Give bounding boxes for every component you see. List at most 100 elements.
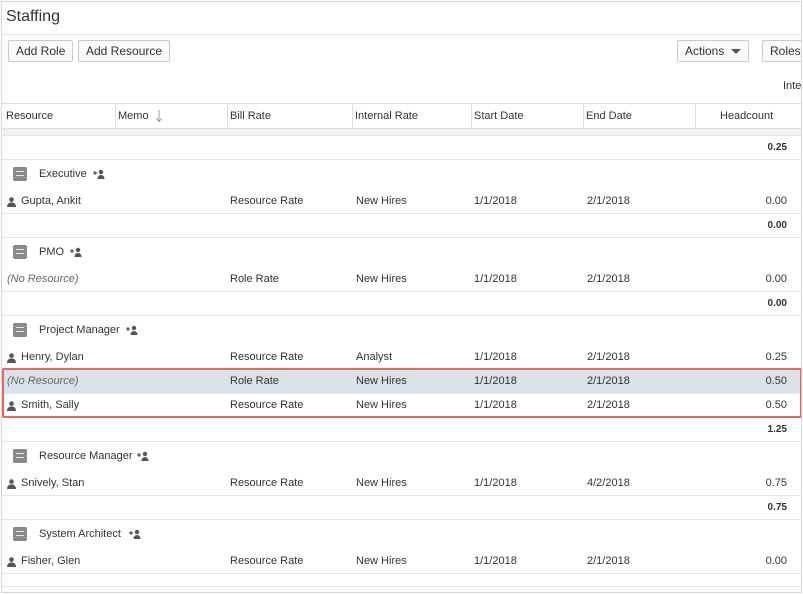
cell-end-date: 2/1/2018 <box>587 399 630 411</box>
cell-internal-rate: New Hires <box>356 477 407 489</box>
cell-start-date: 1/1/2018 <box>474 375 517 387</box>
add-person-icon[interactable] <box>136 451 150 461</box>
chevron-down-icon <box>731 49 742 55</box>
group-total-headcount: 0.75 <box>767 502 787 513</box>
cell-headcount: 0.00 <box>765 273 787 285</box>
cell-resource[interactable]: Smith, Sally <box>21 394 79 417</box>
actions-dropdown[interactable]: Actions <box>677 40 750 62</box>
person-icon <box>7 479 16 489</box>
staffing-panel: Staffing Add Role Add Resource Actions R… <box>1 1 802 593</box>
person-icon <box>7 197 16 207</box>
add-person-icon[interactable] <box>128 529 142 539</box>
column-divider <box>227 104 228 128</box>
table-row[interactable]: (No Resource) Role Rate New Hires 1/1/20… <box>2 268 801 292</box>
column-divider <box>471 104 472 128</box>
cell-start-date: 1/1/2018 <box>474 273 517 285</box>
cell-headcount: 0.00 <box>765 195 787 207</box>
title-divider <box>2 34 801 35</box>
table-footer <box>2 574 801 587</box>
column-header-internal-rate[interactable]: Internal Rate <box>355 104 418 128</box>
group-total-row: 0.00 <box>2 292 801 316</box>
column-header-start-date[interactable]: Start Date <box>474 104 524 128</box>
column-header-bill-rate[interactable]: Bill Rate <box>230 104 271 128</box>
actions-label: Actions <box>685 44 725 58</box>
grand-total-headcount: 0.25 <box>767 142 787 153</box>
cell-resource[interactable]: (No Resource) <box>7 268 79 291</box>
collapse-icon[interactable] <box>13 527 27 541</box>
add-resource-button[interactable]: Add Resource <box>78 40 171 62</box>
group-total-row: 0.00 <box>2 214 801 238</box>
add-role-button[interactable]: Add Role <box>8 40 74 62</box>
cell-internal-rate: Analyst <box>356 351 393 363</box>
internal-label-clipped: Inter <box>783 80 802 92</box>
cell-internal-rate: New Hires <box>356 399 407 411</box>
group-name: Resource Manager <box>39 450 133 462</box>
group-total-row: 1.25 <box>2 418 801 442</box>
table-row[interactable]: Gupta, Ankit Resource Rate New Hires 1/1… <box>2 190 801 214</box>
column-header-memo[interactable]: Memo <box>118 104 149 128</box>
cell-internal-rate: New Hires <box>356 273 407 285</box>
sort-descending-icon[interactable] <box>155 109 163 123</box>
cell-resource[interactable]: Fisher, Glen <box>21 550 80 573</box>
table-row-selected[interactable]: (No Resource) Role Rate New Hires 1/1/20… <box>2 370 801 394</box>
cell-bill-rate: Resource Rate <box>230 399 304 411</box>
group-name: System Architect <box>39 528 121 540</box>
group-total-row: 0.75 <box>2 496 801 520</box>
cell-resource[interactable]: Snively, Stan <box>21 472 84 495</box>
roles-button[interactable]: Roles F <box>762 40 801 62</box>
add-person-icon[interactable] <box>69 247 83 257</box>
cell-resource[interactable]: Gupta, Ankit <box>21 190 81 213</box>
header-spacer <box>2 129 801 136</box>
collapse-icon[interactable] <box>13 323 27 337</box>
column-divider <box>115 104 116 128</box>
cell-bill-rate: Role Rate <box>230 273 279 285</box>
table-row[interactable]: Fisher, Glen Resource Rate New Hires 1/1… <box>2 550 801 574</box>
cell-bill-rate: Resource Rate <box>230 195 304 207</box>
cell-headcount: 0.00 <box>765 555 787 567</box>
cell-start-date: 1/1/2018 <box>474 195 517 207</box>
cell-end-date: 4/2/2018 <box>587 477 630 489</box>
cell-end-date: 2/1/2018 <box>587 351 630 363</box>
group-name: PMO <box>39 246 65 258</box>
page-title: Staffing <box>6 8 60 25</box>
cell-resource[interactable]: (No Resource) <box>7 370 79 393</box>
add-person-icon[interactable] <box>125 325 139 335</box>
table-row[interactable]: Smith, Sally Resource Rate New Hires 1/1… <box>2 394 801 418</box>
cell-start-date: 1/1/2018 <box>474 477 517 489</box>
group-total-headcount: 0.00 <box>767 298 787 309</box>
collapse-icon[interactable] <box>13 167 27 181</box>
cell-end-date: 2/1/2018 <box>587 195 630 207</box>
cell-headcount: 0.50 <box>765 399 787 411</box>
cell-headcount: 0.75 <box>765 477 787 489</box>
table-row[interactable]: Snively, Stan Resource Rate New Hires 1/… <box>2 472 801 496</box>
column-divider <box>583 104 584 128</box>
column-header-end-date[interactable]: End Date <box>586 104 632 128</box>
cell-bill-rate: Resource Rate <box>230 351 304 363</box>
person-icon <box>7 557 16 567</box>
cell-start-date: 1/1/2018 <box>474 351 517 363</box>
person-icon <box>7 353 16 363</box>
cell-resource[interactable]: Henry, Dylan <box>21 346 84 369</box>
cell-end-date: 2/1/2018 <box>587 273 630 285</box>
cell-start-date: 1/1/2018 <box>474 399 517 411</box>
add-person-icon[interactable] <box>92 169 106 179</box>
table-header: Resource Memo Bill Rate Internal Rate St… <box>2 103 801 129</box>
cell-end-date: 2/1/2018 <box>587 375 630 387</box>
column-divider <box>695 104 696 128</box>
group-total-headcount: 0.00 <box>767 220 787 231</box>
cell-start-date: 1/1/2018 <box>474 555 517 567</box>
cell-bill-rate: Resource Rate <box>230 555 304 567</box>
group-name: Executive <box>39 168 87 180</box>
collapse-icon[interactable] <box>13 245 27 259</box>
person-icon <box>7 401 16 411</box>
cell-bill-rate: Resource Rate <box>230 477 304 489</box>
table-row[interactable]: Henry, Dylan Resource Rate Analyst 1/1/2… <box>2 346 801 370</box>
group-name: Project Manager <box>39 324 120 336</box>
column-header-resource[interactable]: Resource <box>6 104 53 128</box>
cell-headcount: 0.50 <box>765 375 787 387</box>
grand-total-row: 0.25 <box>2 136 801 160</box>
column-divider <box>352 104 353 128</box>
collapse-icon[interactable] <box>13 449 27 463</box>
column-header-headcount[interactable]: Headcount <box>720 104 773 128</box>
group-total-headcount: 1.25 <box>767 424 787 435</box>
